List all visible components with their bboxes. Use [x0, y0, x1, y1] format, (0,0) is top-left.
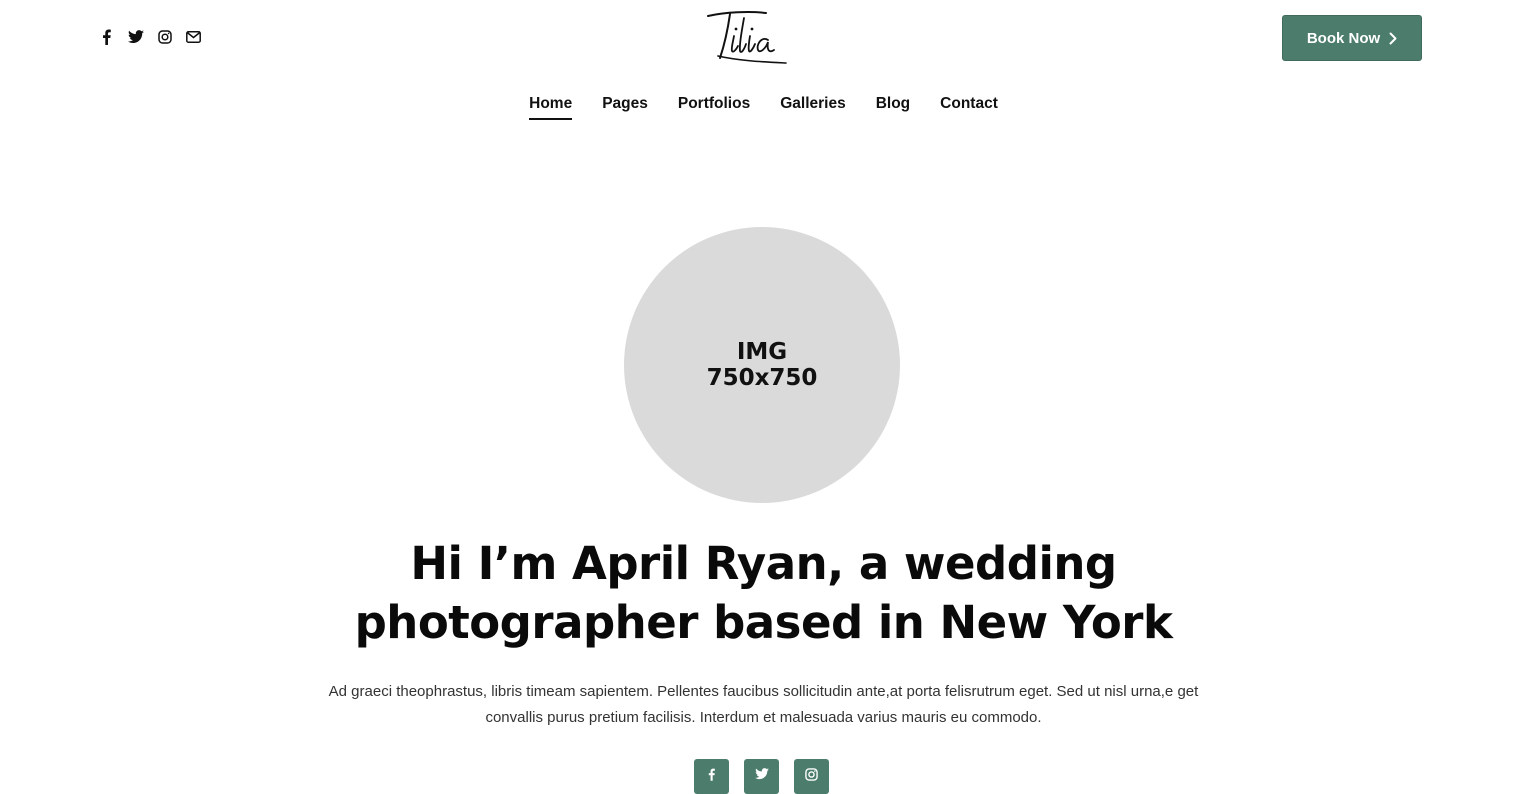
book-now-button[interactable]: Book Now — [1282, 15, 1422, 61]
envelope-icon[interactable] — [185, 27, 202, 47]
placeholder-label: IMG — [736, 339, 788, 365]
facebook-button[interactable] — [694, 759, 729, 794]
placeholder-dimensions: 750x750 — [706, 365, 818, 391]
instagram-icon[interactable] — [156, 27, 173, 47]
hero-description: Ad graeci theophrastus, libris timeam sa… — [300, 679, 1227, 731]
hero-title: Hi I’m April Ryan, a wedding photographe… — [0, 534, 1527, 652]
nav-item-contact[interactable]: Contact — [940, 95, 998, 120]
hero-description-line-1: Ad graeci theophrastus, libris timeam sa… — [328, 683, 1199, 700]
facebook-icon[interactable] — [98, 27, 115, 47]
facebook-icon — [708, 768, 715, 781]
instagram-icon — [805, 768, 818, 781]
twitter-icon — [754, 768, 769, 780]
book-now-label: Book Now — [1306, 29, 1381, 47]
nav-item-blog[interactable]: Blog — [876, 95, 910, 120]
twitter-button[interactable] — [744, 759, 779, 794]
site-logo[interactable] — [700, 6, 792, 68]
profile-image-placeholder: IMG 750x750 — [624, 227, 900, 503]
header-social-links — [98, 27, 202, 47]
instagram-button[interactable] — [794, 759, 829, 794]
hero-social-links — [694, 759, 829, 794]
nav-item-galleries[interactable]: Galleries — [780, 95, 846, 120]
main-nav: Home Pages Portfolios Galleries Blog Con… — [0, 95, 1527, 120]
nav-item-portfolios[interactable]: Portfolios — [678, 95, 750, 120]
hero-title-line-1: Hi I’m April Ryan, a wedding — [410, 537, 1117, 590]
nav-item-pages[interactable]: Pages — [602, 95, 648, 120]
logo-signature-graphic — [707, 11, 787, 64]
chevron-right-icon — [1389, 32, 1397, 44]
nav-item-home[interactable]: Home — [529, 95, 573, 120]
twitter-icon[interactable] — [127, 27, 144, 47]
site-header: Book Now Home Pages Portfolios Galleries… — [0, 0, 1527, 140]
hero-title-line-2: photographer based in New York — [354, 596, 1173, 649]
hero-description-line-2: convallis purus pretium facilisis. Inter… — [485, 709, 1042, 726]
